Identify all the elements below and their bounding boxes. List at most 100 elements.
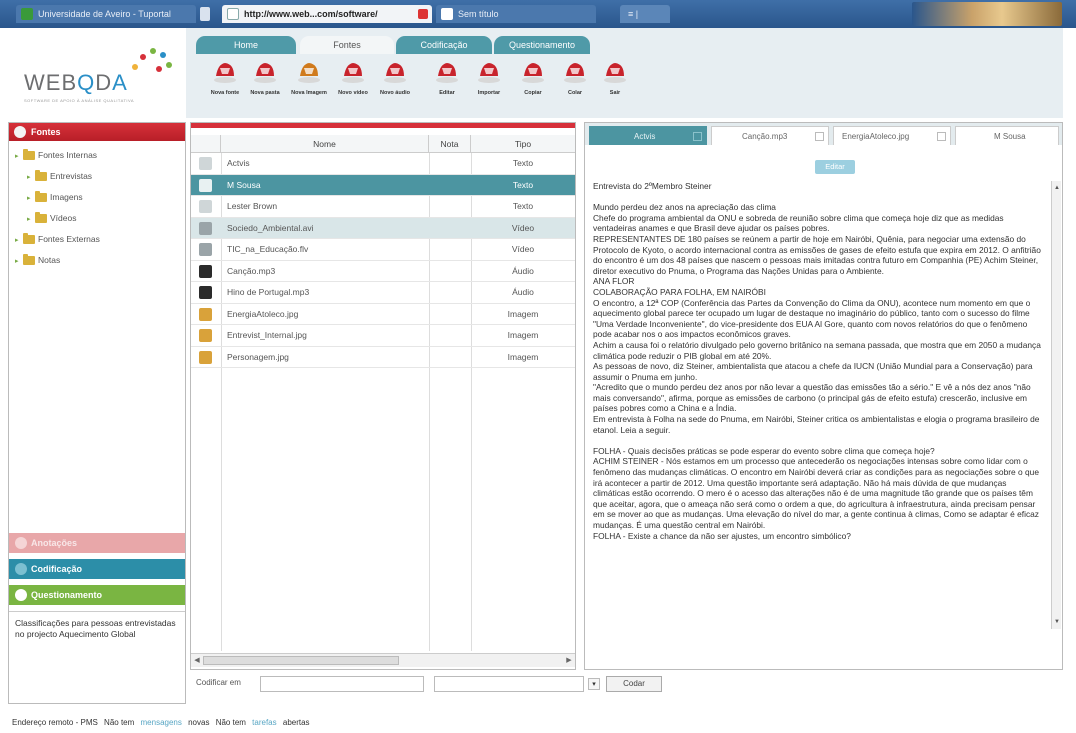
- table-row[interactable]: EnergiaAtoleco.jpg Imagem: [191, 304, 575, 325]
- file-name: Canção.mp3: [227, 265, 276, 276]
- folder-icon: [35, 212, 47, 224]
- logo: WEBQDA SOFTWARE DE APOIO À ANÁLISE QUALI…: [8, 28, 186, 118]
- column-header-type[interactable]: Tipo: [471, 135, 575, 153]
- sources-tree: ▸ Fontes Internas ▸ Entrevistas ▸ Imagens ▸ Víd…: [9, 145, 185, 271]
- tree-item-label: Notas: [38, 255, 61, 265]
- expand-arrow-icon[interactable]: ▸: [15, 230, 23, 251]
- dropdown-arrow-icon[interactable]: ▾: [588, 678, 600, 690]
- sources-panel-header[interactable]: Fontes: [9, 123, 185, 141]
- document-paragraph: Entrevista do 2ºMembro Steiner: [593, 181, 712, 191]
- anotacoes-icon: [15, 537, 27, 549]
- new-audio-button[interactable]: Novo áudio: [374, 56, 416, 110]
- expand-arrow-icon[interactable]: ▸: [27, 209, 35, 230]
- new-image-button[interactable]: Nova Imagem: [288, 56, 330, 110]
- edit-label: Editar: [439, 90, 455, 96]
- tab-codificacao[interactable]: Codificação: [396, 36, 492, 54]
- tab-questionamento[interactable]: Questionamento: [494, 36, 590, 54]
- scroll-up-icon[interactable]: ▲: [1052, 183, 1062, 193]
- column-header-icon[interactable]: [191, 135, 221, 153]
- file-name: Personagem.jpg: [227, 351, 289, 362]
- scroll-right-icon[interactable]: ▶: [564, 655, 574, 666]
- import-button[interactable]: Importar: [468, 56, 510, 110]
- document-tab[interactable]: Canção.mp3: [711, 126, 829, 145]
- table-row[interactable]: Personagem.jpg Imagem: [191, 347, 575, 368]
- scroll-down-icon[interactable]: ▼: [1052, 617, 1062, 627]
- tree-item[interactable]: ▸ Fontes Internas: [9, 145, 185, 166]
- horizontal-scrollbar[interactable]: ◀ ▶: [191, 653, 575, 667]
- codificacao-button[interactable]: Codificação: [9, 559, 185, 579]
- copy-button[interactable]: Copiar: [512, 56, 554, 110]
- browser-tab-bar: Universidade de Aveiro - Tuportal http:/…: [0, 0, 1076, 28]
- table-row[interactable]: M Sousa Texto: [191, 174, 575, 196]
- file-type: Imagem: [507, 308, 539, 319]
- close-tab-icon[interactable]: [937, 132, 946, 141]
- tasks-link[interactable]: tarefas: [252, 718, 276, 727]
- tree-item-label: Imagens: [50, 192, 83, 202]
- close-tab-icon[interactable]: [815, 132, 824, 141]
- tree-item[interactable]: ▸ Notas: [9, 250, 185, 271]
- document-paragraph: "Acredito que o mundo perdeu dez anos po…: [593, 382, 1031, 414]
- vertical-scrollbar[interactable]: ▲ ▼: [1051, 181, 1061, 629]
- scroll-left-icon[interactable]: ◀: [192, 655, 202, 666]
- tree-item[interactable]: ▸ Entrevistas: [9, 166, 185, 187]
- codify-input[interactable]: [260, 676, 424, 692]
- column-header-note[interactable]: Nota: [429, 135, 471, 153]
- browser-tab-title: http://www.web...com/software/: [244, 9, 378, 19]
- file-name: Hino de Portugal.mp3: [227, 287, 310, 297]
- document-paragraph: FOLHA - Existe a chance da não ser ajust…: [593, 530, 851, 541]
- browser-tab[interactable]: Sem título: [436, 5, 596, 23]
- document-paragraph: COLABORAÇÃO PARA FOLHA, EM NAIRÓBI: [593, 286, 766, 297]
- anotacoes-button[interactable]: Anotações: [9, 533, 185, 553]
- tree-item[interactable]: ▸ Fontes Externas: [9, 229, 185, 250]
- browser-tab-active[interactable]: http://www.web...com/software/: [222, 5, 432, 23]
- document-tab[interactable]: M Sousa: [955, 126, 1059, 145]
- image-file-icon: [199, 350, 212, 364]
- table-row[interactable]: Sociedo_Ambiental.avi Vídeo: [191, 217, 575, 239]
- browser-tab-title: Sem título: [458, 9, 499, 19]
- table-body: Actvis Texto M Sousa Texto Lester Brown Texto…: [191, 153, 575, 651]
- copy-label: Copiar: [524, 90, 542, 96]
- tab-fontes[interactable]: Fontes: [300, 36, 394, 54]
- file-type: Vídeo: [511, 244, 535, 254]
- document-tab-active[interactable]: Actvis: [589, 126, 707, 145]
- table-row[interactable]: Canção.mp3 Áudio: [191, 261, 575, 282]
- scrollbar-thumb[interactable]: [203, 656, 399, 665]
- browser-tab[interactable]: Universidade de Aveiro - Tuportal: [16, 5, 196, 23]
- table-row[interactable]: TIC_na_Educação.flv Vídeo: [191, 239, 575, 261]
- image-file-icon: [199, 329, 212, 342]
- tree-item-label: Fontes Externas: [38, 234, 100, 244]
- expand-arrow-icon[interactable]: ▸: [15, 251, 23, 272]
- new-video-button[interactable]: Novo vídeo: [332, 56, 374, 110]
- table-row[interactable]: Actvis Texto: [191, 153, 575, 175]
- codify-node-input[interactable]: [434, 676, 584, 692]
- tree-item[interactable]: ▸ Imagens: [9, 187, 185, 208]
- edit-button[interactable]: Editar: [426, 56, 468, 110]
- expand-arrow-icon[interactable]: ▸: [15, 146, 23, 167]
- questionamento-button[interactable]: Questionamento: [9, 585, 185, 605]
- new-video-label: Novo vídeo: [338, 90, 368, 96]
- tree-item[interactable]: ▸ Vídeos: [9, 208, 185, 229]
- import-icon: [474, 56, 504, 86]
- new-folder-button[interactable]: Nova pasta: [244, 56, 286, 110]
- expand-arrow-icon[interactable]: ▸: [27, 167, 35, 188]
- browser-tab-menu[interactable]: ≡ |: [620, 5, 670, 23]
- edit-button[interactable]: Editar: [815, 160, 855, 174]
- text-file-icon: [199, 178, 212, 192]
- exit-button[interactable]: Sair: [594, 56, 636, 110]
- new-image-icon: [294, 56, 324, 86]
- codify-button[interactable]: Codar: [606, 676, 662, 692]
- paste-button[interactable]: Colar: [554, 56, 596, 110]
- table-row[interactable]: Entrevist_Internal.jpg Imagem: [191, 325, 575, 347]
- file-name: Lester Brown: [227, 201, 278, 211]
- column-header-name[interactable]: Nome: [221, 135, 429, 153]
- messages-link[interactable]: mensagens: [141, 718, 182, 727]
- tab-home[interactable]: Home: [196, 36, 296, 54]
- expand-arrow-icon[interactable]: ▸: [27, 188, 35, 209]
- document-tab[interactable]: EnergiaAtoleco.jpg: [833, 126, 951, 145]
- text-file-icon: [199, 157, 212, 170]
- close-tab-icon[interactable]: [418, 9, 428, 19]
- table-row[interactable]: Lester Brown Texto: [191, 196, 575, 218]
- new-source-button[interactable]: Nova fonte: [204, 56, 246, 110]
- close-tab-icon[interactable]: [693, 132, 702, 141]
- table-row[interactable]: Hino de Portugal.mp3 Áudio: [191, 282, 575, 304]
